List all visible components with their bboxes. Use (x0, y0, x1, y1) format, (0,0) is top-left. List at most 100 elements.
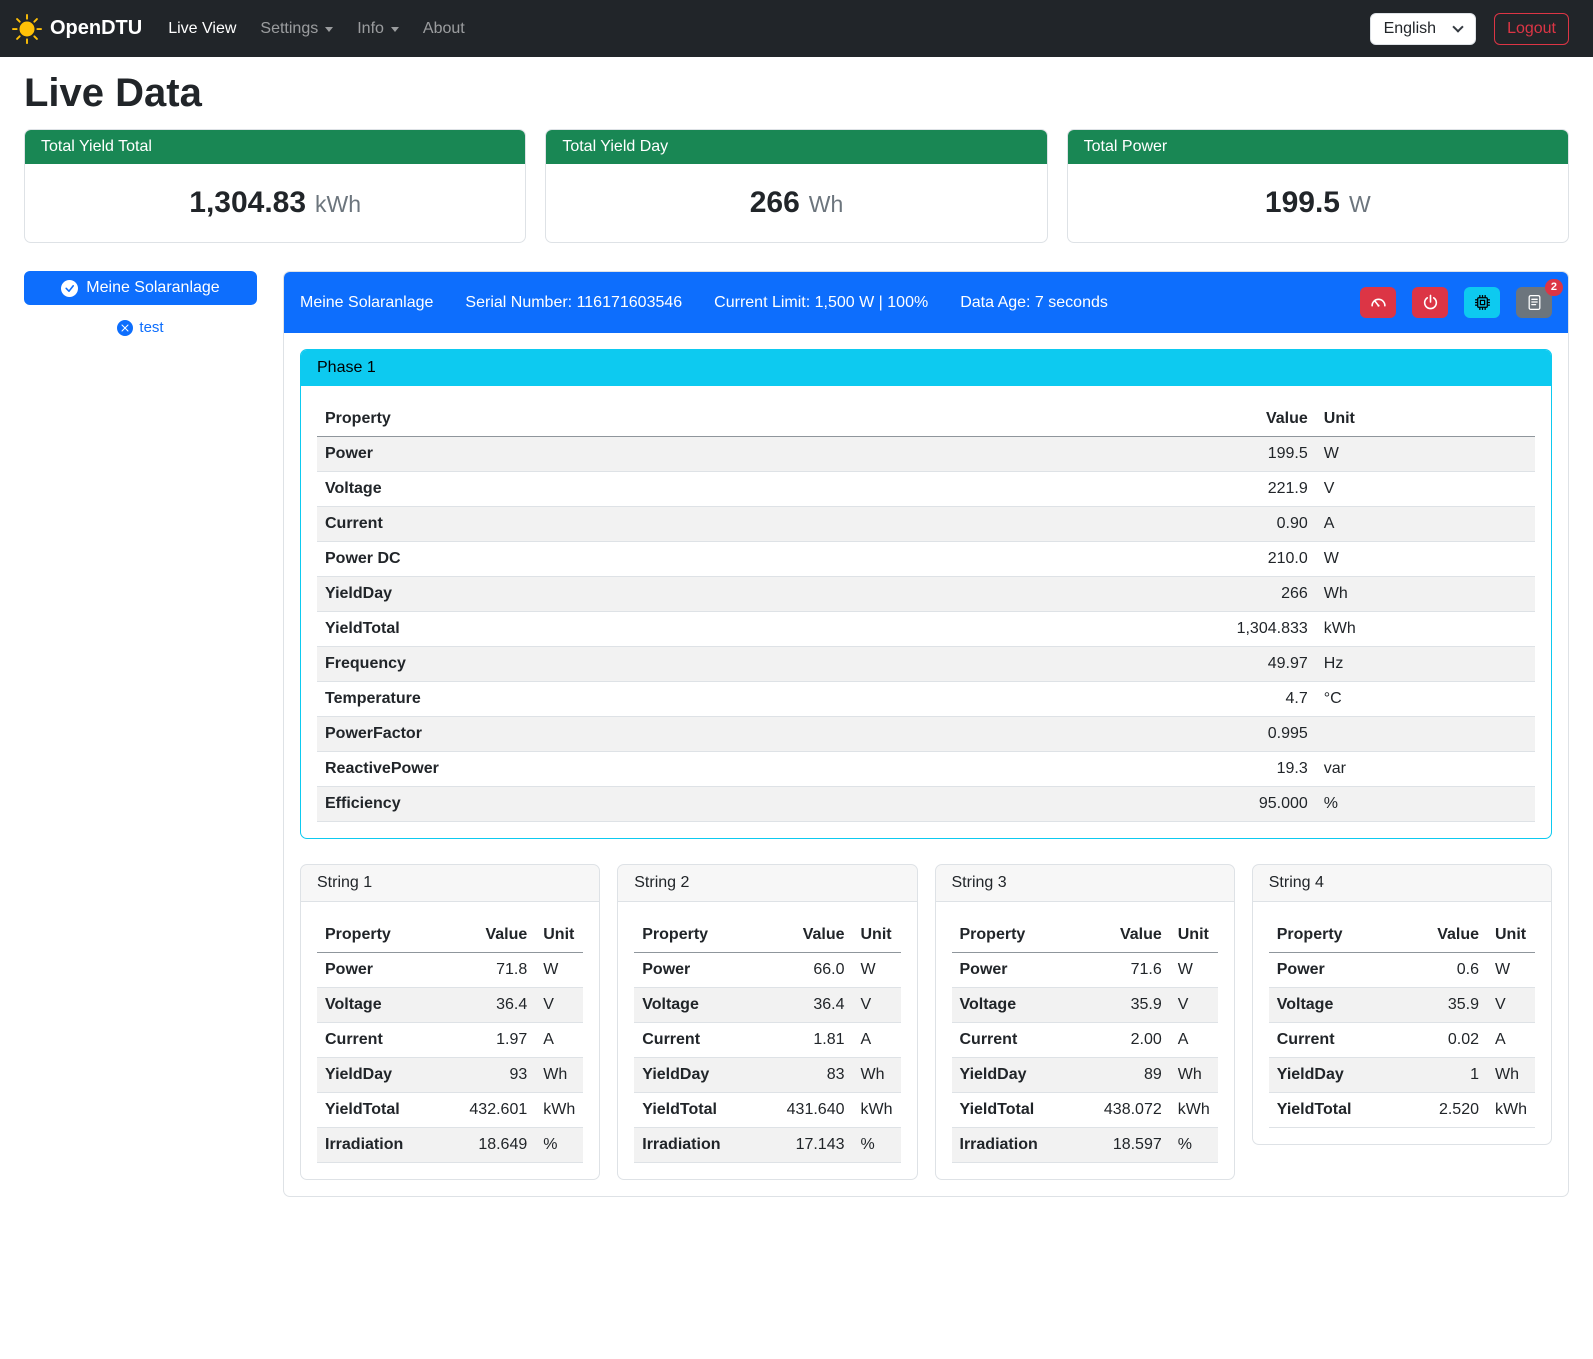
table-row: YieldTotal 2.520 kWh (1269, 1093, 1535, 1128)
value-cell: 19.3 (1121, 752, 1316, 787)
table-row: Power DC 210.0 W (317, 542, 1535, 577)
property-cell: YieldTotal (1269, 1093, 1402, 1128)
table-row: ReactivePower 19.3 var (317, 752, 1535, 787)
summary-value: 266 (750, 186, 800, 220)
property-cell: Frequency (317, 647, 1121, 682)
string-table: Property Value Unit Power (952, 918, 1218, 1163)
column-header-value: Value (767, 918, 852, 953)
column-header-property: Property (317, 918, 450, 953)
power-settings-button[interactable] (1412, 287, 1448, 318)
table-row: YieldDay 93 Wh (317, 1058, 583, 1093)
summary-value: 199.5 (1265, 186, 1340, 220)
unit-cell: kWh (1316, 612, 1535, 647)
value-cell: 1,304.833 (1121, 612, 1316, 647)
value-cell: 266 (1121, 577, 1316, 612)
table-row: YieldTotal 1,304.833 kWh (317, 612, 1535, 647)
property-cell: Irradiation (317, 1128, 450, 1163)
unit-cell: % (1316, 787, 1535, 822)
limit-settings-button[interactable] (1360, 287, 1396, 318)
unit-cell: Wh (535, 1058, 583, 1093)
language-selected-value: English (1384, 20, 1436, 38)
table-row: Temperature 4.7 °C (317, 682, 1535, 717)
value-cell: 2.00 (1085, 1023, 1170, 1058)
logout-button[interactable]: Logout (1494, 13, 1569, 45)
value-cell: 0.995 (1121, 717, 1316, 752)
table-row: YieldDay 1 Wh (1269, 1058, 1535, 1093)
nav-live-view[interactable]: Live View (156, 12, 248, 46)
summary-card-title: Total Power (1068, 130, 1568, 164)
unit-cell: W (1487, 953, 1535, 988)
value-cell: 71.6 (1085, 953, 1170, 988)
property-cell: Power DC (317, 542, 1121, 577)
string-title: String 2 (618, 865, 916, 902)
unit-cell: kWh (1487, 1093, 1535, 1128)
column-header-value: Value (1085, 918, 1170, 953)
string-card-body: Property Value Unit Power (936, 902, 1234, 1179)
value-cell: 210.0 (1121, 542, 1316, 577)
brand[interactable]: OpenDTU (12, 14, 142, 44)
value-cell: 0.02 (1402, 1023, 1487, 1058)
language-select[interactable]: English (1370, 13, 1476, 45)
table-row: YieldDay 83 Wh (634, 1058, 900, 1093)
value-cell: 4.7 (1121, 682, 1316, 717)
value-cell: 93 (450, 1058, 535, 1093)
property-cell: YieldDay (634, 1058, 767, 1093)
inverter-panel: Meine Solaranlage Serial Number: 1161716… (283, 271, 1569, 1197)
phase-table: Property Value Unit Power (317, 402, 1535, 822)
unit-cell: A (1487, 1023, 1535, 1058)
value-cell: 432.601 (450, 1093, 535, 1128)
string-title: String 4 (1253, 865, 1551, 902)
unit-cell: % (535, 1128, 583, 1163)
table-row: Voltage 36.4 V (317, 988, 583, 1023)
property-cell: Current (634, 1023, 767, 1058)
chevron-down-icon (1452, 21, 1463, 32)
value-cell: 17.143 (767, 1128, 852, 1163)
column-header-property: Property (317, 402, 1121, 437)
inverter-info-button[interactable] (1464, 287, 1500, 318)
string-table: Property Value Unit Power (634, 918, 900, 1163)
table-row: YieldTotal 432.601 kWh (317, 1093, 583, 1128)
cpu-chip-icon (1474, 294, 1491, 311)
nav-about[interactable]: About (411, 12, 477, 46)
inverter-select-item-test[interactable]: test (24, 319, 257, 336)
column-header-unit: Unit (1170, 918, 1218, 953)
property-cell: Irradiation (952, 1128, 1085, 1163)
value-cell: 36.4 (767, 988, 852, 1023)
event-log-button[interactable]: 2 (1516, 287, 1552, 318)
brand-label: OpenDTU (50, 17, 142, 40)
nav-settings-dropdown[interactable]: Settings (248, 12, 345, 46)
string-table: Property Value Unit Power (317, 918, 583, 1163)
property-cell: YieldDay (317, 577, 1121, 612)
unit-cell: A (535, 1023, 583, 1058)
table-row: Current 0.02 A (1269, 1023, 1535, 1058)
phase-card-body: Property Value Unit Power (301, 386, 1551, 838)
table-row: Efficiency 95.000 % (317, 787, 1535, 822)
column-header-property: Property (1269, 918, 1402, 953)
value-cell: 89 (1085, 1058, 1170, 1093)
panel-action-buttons: 2 (1360, 287, 1552, 318)
nav-label: Info (357, 20, 384, 38)
unit-cell: V (853, 988, 901, 1023)
caret-down-icon (391, 27, 399, 32)
string-title: String 3 (936, 865, 1234, 902)
value-cell: 1.81 (767, 1023, 852, 1058)
strings-row: String 1 Property Value Unit (300, 864, 1552, 1180)
property-cell: Current (1269, 1023, 1402, 1058)
table-row: Irradiation 18.597 % (952, 1128, 1218, 1163)
value-cell: 438.072 (1085, 1093, 1170, 1128)
property-cell: Voltage (952, 988, 1085, 1023)
table-row: Voltage 36.4 V (634, 988, 900, 1023)
speedometer-icon (1370, 294, 1387, 311)
unit-cell: % (1170, 1128, 1218, 1163)
nav-info-dropdown[interactable]: Info (345, 12, 411, 46)
value-cell: 83 (767, 1058, 852, 1093)
summary-card-total-yield-total: Total Yield Total 1,304.83 kWh (24, 129, 526, 243)
table-header-row: Property Value Unit (634, 918, 900, 953)
inverter-select-button-active[interactable]: Meine Solaranlage (24, 271, 257, 305)
summary-unit: kWh (315, 191, 361, 218)
main-content: Live Data Total Yield Total 1,304.83 kWh… (0, 71, 1593, 1227)
value-cell: 199.5 (1121, 437, 1316, 472)
unit-cell: kWh (1170, 1093, 1218, 1128)
table-row: Frequency 49.97 Hz (317, 647, 1535, 682)
string-card-body: Property Value Unit Power (618, 902, 916, 1179)
